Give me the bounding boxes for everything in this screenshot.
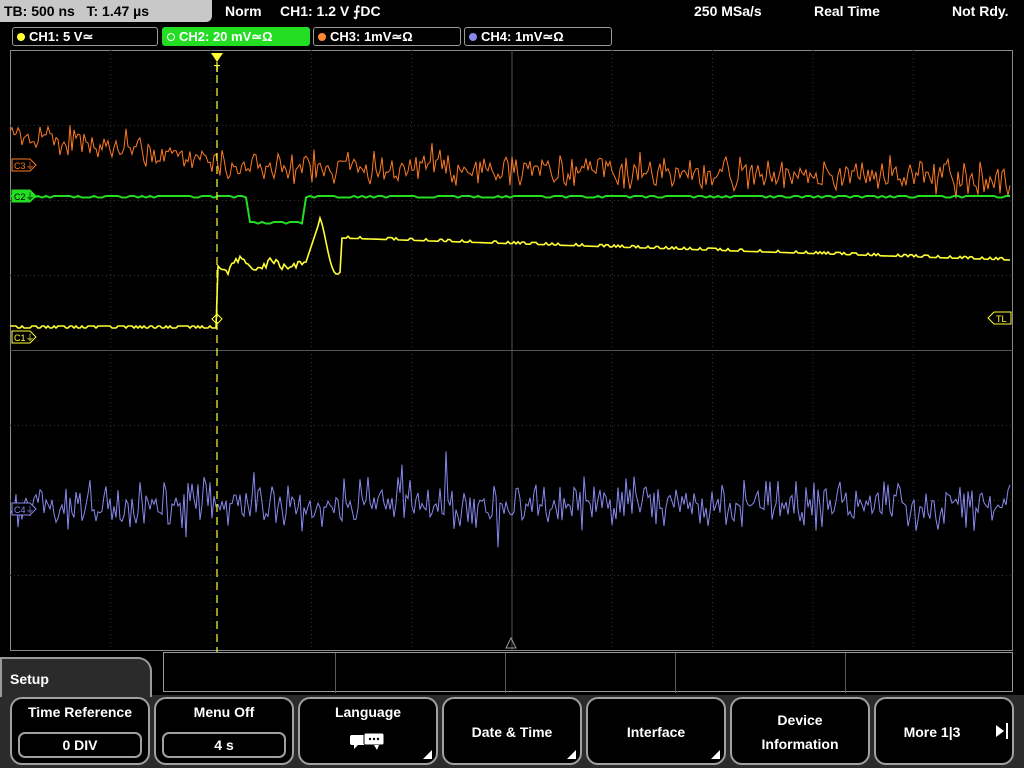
- menu-title-tab: Setup: [0, 657, 152, 697]
- softkey-label: More 1|3: [903, 724, 961, 740]
- trigger-setting[interactable]: CH1: 1.2 V ⨍DC: [280, 0, 381, 22]
- channel-tab-ch4[interactable]: CH4: 1mV≃Ω: [464, 27, 612, 46]
- softkey-label-line1: Device: [777, 712, 823, 728]
- channel-tab-label: CH1: 5 V≃: [29, 29, 94, 44]
- waveform-display[interactable]: T C3⏚ C2⏚ C1⏚ C4⏚ TL: [10, 50, 1014, 652]
- menu-title: Setup: [10, 671, 49, 687]
- ch4-color-icon: [469, 33, 477, 41]
- submenu-corner-icon: [423, 750, 432, 759]
- softkey-label: Time Reference: [27, 704, 132, 720]
- interface-softkey[interactable]: Interface: [586, 697, 726, 765]
- submenu-corner-icon: [567, 750, 576, 759]
- trigger-mode[interactable]: Norm: [225, 0, 262, 22]
- timebase-box[interactable]: TB: 500 ns T: 1.47 µs: [0, 0, 212, 22]
- ch1-color-icon: [17, 33, 25, 41]
- ch2-ground-marker[interactable]: C2⏚: [11, 189, 37, 203]
- ch2-ground-label: C2⏚: [14, 192, 35, 202]
- softkey-label: Language: [334, 704, 402, 720]
- softkey-label: Interface: [626, 724, 686, 740]
- softkey-label: Menu Off: [193, 704, 255, 720]
- channel-tab-ch1[interactable]: CH1: 5 V≃: [12, 27, 158, 46]
- more-softkey[interactable]: More 1|3: [874, 697, 1014, 765]
- ch4-ground-label: C4⏚: [14, 505, 35, 515]
- channel-tab-label: CH3: 1mV≃Ω: [330, 29, 413, 44]
- next-page-arrow-icon: [996, 725, 1004, 737]
- timebase-value: TB: 500 ns: [4, 3, 75, 19]
- trigger-marker-label: T: [214, 64, 220, 75]
- submenu-corner-icon: [711, 750, 720, 759]
- ch3-ground-marker[interactable]: C3⏚: [11, 158, 37, 172]
- ch3-color-icon: [318, 33, 326, 41]
- channel-tab-label: CH2: 20 mV≃Ω: [179, 29, 273, 44]
- speech-bubbles-icon: [350, 732, 385, 750]
- time-reference-value: 0 DIV: [18, 732, 142, 758]
- time-reference-softkey[interactable]: Time Reference 0 DIV: [10, 697, 150, 765]
- menu-off-softkey[interactable]: Menu Off 4 s: [154, 697, 294, 765]
- acquisition-state: Not Rdy.: [952, 3, 1009, 19]
- language-softkey[interactable]: Language: [298, 697, 438, 765]
- date-time-softkey[interactable]: Date & Time: [442, 697, 582, 765]
- ch4-ground-marker[interactable]: C4⏚: [11, 502, 37, 516]
- trigger-level-label: TL: [996, 314, 1007, 324]
- ch1-ground-label: C1⏚: [14, 333, 35, 343]
- softkey-label: Date & Time: [471, 724, 553, 740]
- softkey-label-line2: Information: [761, 736, 839, 752]
- channel-tab-label: CH4: 1mV≃Ω: [481, 29, 564, 44]
- device-information-softkey[interactable]: Device Information: [730, 697, 870, 765]
- trigger-time-value: T: 1.47 µs: [86, 3, 150, 19]
- channel-tab-ch2[interactable]: CH2: 20 mV≃Ω: [162, 27, 310, 46]
- info-strip: [163, 652, 1013, 693]
- ch2-color-icon: [167, 33, 175, 41]
- ch1-ground-marker[interactable]: C1⏚: [11, 330, 37, 344]
- menu-off-value: 4 s: [162, 732, 286, 758]
- sample-rate: 250 MSa/s: [694, 3, 762, 19]
- channel-tab-ch3[interactable]: CH3: 1mV≃Ω: [313, 27, 461, 46]
- acquisition-mode: Real Time: [814, 3, 880, 19]
- next-page-bar-icon: [1006, 723, 1008, 739]
- ch3-ground-label: C3⏚: [14, 161, 35, 171]
